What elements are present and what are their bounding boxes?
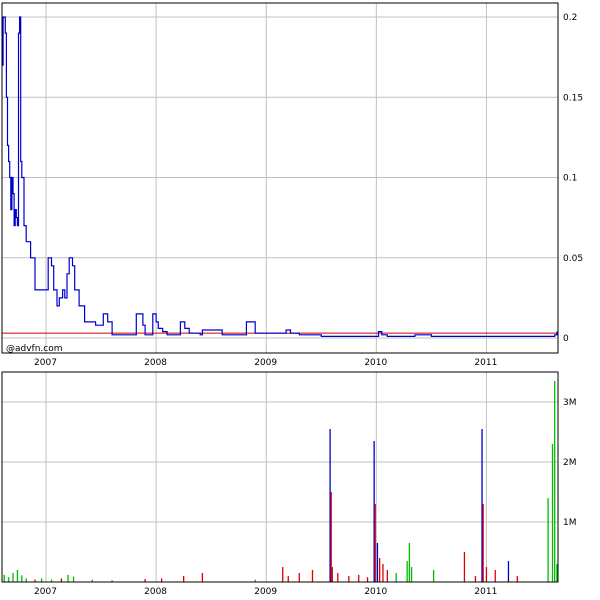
price-y-tick: 0.05 — [563, 254, 583, 264]
price-x-ticks: 2007 2008 2009 2010 2011 — [34, 358, 497, 368]
volume-x-ticks: 2007 2008 2009 2010 2011 — [34, 587, 497, 597]
price-x-tick: 2010 — [364, 358, 387, 368]
watermark: @advfn.com — [6, 344, 63, 354]
stock-chart: 0 0.05 0.1 0.15 0.2 2007 2008 2009 2010 2011 @ad… — [1, 2, 583, 597]
price-x-tick: 2008 — [144, 358, 167, 368]
price-y-tick: 0 — [563, 334, 569, 344]
volume-x-tick: 2008 — [144, 587, 167, 597]
volume-bars — [3, 381, 558, 582]
price-line — [2, 16, 558, 337]
volume-x-tick: 2010 — [364, 587, 387, 597]
volume-x-tick: 2007 — [34, 587, 57, 597]
volume-y-tick: 1M — [563, 518, 577, 528]
price-x-tick: 2011 — [474, 358, 497, 368]
volume-y-tick: 2M — [563, 458, 577, 468]
volume-grid — [2, 372, 558, 582]
price-y-tick: 0.15 — [563, 93, 583, 103]
volume-x-tick: 2009 — [254, 587, 277, 597]
volume-x-tick: 2011 — [474, 587, 497, 597]
price-x-tick: 2007 — [34, 358, 57, 368]
price-y-tick: 0.1 — [563, 174, 577, 184]
price-y-tick: 0.2 — [563, 13, 577, 23]
volume-frame — [1, 371, 559, 583]
price-x-tick: 2009 — [254, 358, 277, 368]
price-series — [2, 16, 558, 337]
volume-y-ticks: 1M 2M 3M — [563, 398, 577, 528]
price-panel: 0 0.05 0.1 0.15 0.2 2007 2008 2009 2010 2011 @ad… — [1, 2, 583, 368]
volume-y-tick: 3M — [563, 398, 577, 408]
volume-panel: 1M 2M 3M 2007 2008 2009 2010 2011 — [1, 371, 577, 597]
price-grid — [2, 3, 558, 353]
price-y-ticks: 0 0.05 0.1 0.15 0.2 — [563, 13, 583, 344]
